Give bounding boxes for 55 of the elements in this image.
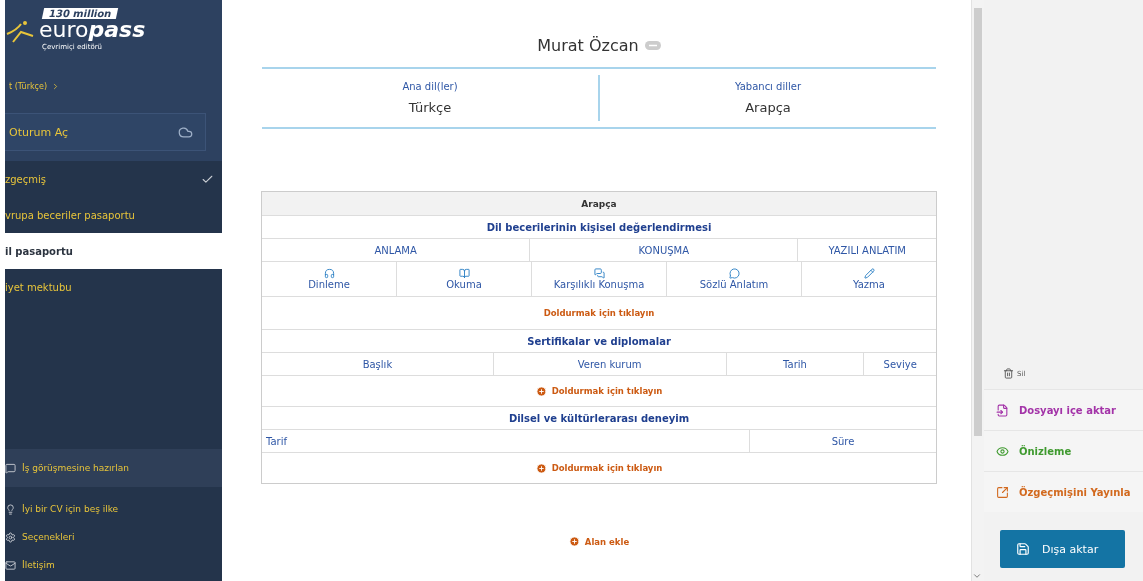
table-title: Arapça (581, 198, 617, 209)
save-icon (1016, 542, 1030, 556)
headphones-icon (323, 268, 335, 279)
table-header: Tarif (265, 434, 289, 449)
eye-icon (996, 444, 1009, 458)
scrollbar[interactable] (971, 0, 984, 581)
add-section-link[interactable]: Alan ekle (568, 536, 630, 547)
add-icon (568, 536, 580, 547)
export-button[interactable]: Dışa aktar (1000, 530, 1125, 568)
sidebar-link[interactable]: Seçenekleri (5, 525, 222, 549)
logo-badge: 130 million (41, 8, 119, 19)
fill-prompt-link[interactable]: Doldurmak için tıklayın (535, 462, 663, 474)
chat-icon (5, 462, 16, 474)
add-icon (535, 385, 547, 397)
action-label: Önizleme (1019, 445, 1072, 457)
scrollbar-thumb[interactable] (974, 8, 982, 436)
scroll-down-icon[interactable] (972, 571, 982, 581)
fill-prompt-link[interactable]: Doldurmak için tıklayın (543, 308, 655, 318)
section-heading: Dilsel ve kültürlerarası deneyim (508, 412, 690, 424)
sidebar-link[interactable]: İletişim (5, 553, 222, 577)
language-link[interactable]: t (Türkçe) (5, 70, 222, 103)
sidebar-link[interactable]: İyi bir CV için beş ilke (5, 497, 222, 521)
language-value: Türkçe (408, 100, 452, 115)
add-icon (535, 462, 547, 474)
share-icon (996, 485, 1009, 499)
sidebar-link[interactable]: İş görüşmesine hazırlan (5, 449, 222, 487)
document-item[interactable]: il pasaportu (5, 233, 222, 269)
language-label: Ana dil(ler) (402, 81, 458, 92)
chat-icon (593, 268, 605, 279)
document-item[interactable]: vrupa beceriler pasaportu (5, 197, 222, 233)
person-name: Murat Özcan (537, 36, 661, 55)
section-heading: Sertifikalar ve diplomalar (527, 335, 671, 347)
lightbulb-icon (5, 503, 16, 515)
logo-wordmark: europass (39, 19, 147, 41)
section-heading: Dil becerilerinin kişisel değerlendirmesi (486, 221, 712, 233)
action-label: Dosyayı içe aktar (1019, 404, 1116, 416)
table-header: ANLAMA (373, 243, 418, 258)
trash-icon (1003, 368, 1014, 379)
skill-header[interactable]: Dinleme (262, 262, 396, 296)
cloud-icon (178, 124, 193, 140)
document-item[interactable]: zgeçmiş (5, 161, 222, 197)
settings-icon (5, 531, 16, 543)
speech-bubble-icon (728, 268, 740, 279)
import-icon (996, 403, 1009, 417)
document-item[interactable]: iyet mektubu (5, 269, 222, 305)
language-label: Yabancı diller (734, 81, 802, 92)
language-value: Arapça (745, 100, 791, 115)
action-label: Özgeçmişini Yayınla (1019, 486, 1131, 498)
link-icon (644, 41, 661, 50)
fill-prompt-link[interactable]: Doldurmak için tıklayın (535, 385, 663, 397)
mail-icon (5, 559, 16, 571)
pencil-icon (863, 268, 875, 279)
table-header: Başlık (361, 357, 394, 372)
book-icon (458, 268, 470, 279)
login-button[interactable]: Oturum Aç (5, 113, 206, 151)
